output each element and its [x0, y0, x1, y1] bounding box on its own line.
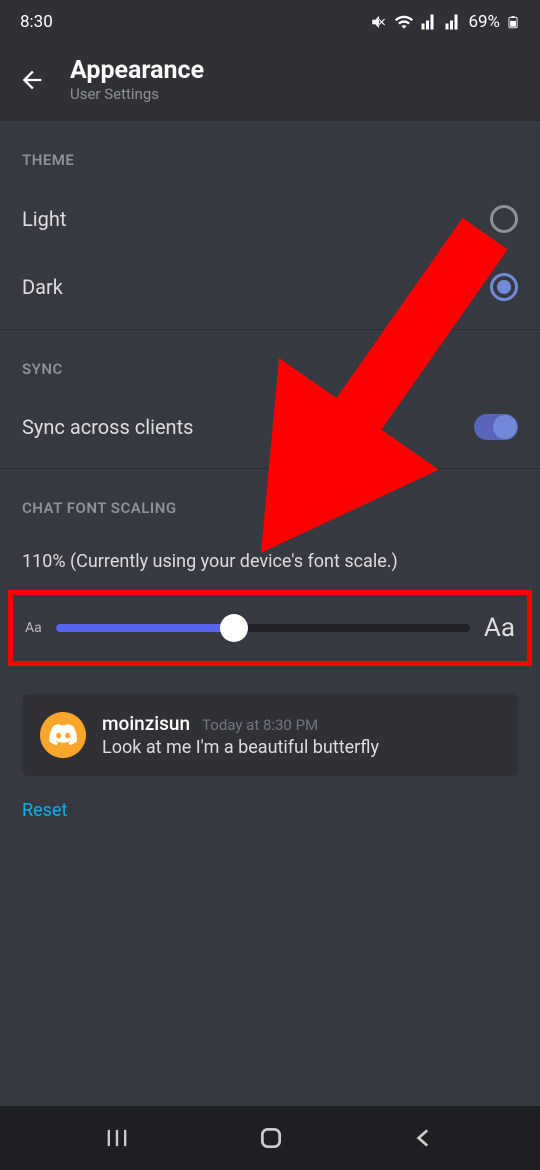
back-button[interactable] — [411, 1125, 437, 1151]
status-bar: 8:30 69% — [0, 0, 540, 44]
signal-icon-2 — [444, 13, 462, 31]
message-preview: moinzisun Today at 8:30 PM Look at me I'… — [22, 694, 518, 776]
preview-timestamp: Today at 8:30 PM — [202, 716, 318, 734]
radio-light[interactable] — [490, 205, 518, 233]
theme-light-label: Light — [22, 207, 66, 231]
page-title: Appearance — [70, 56, 204, 85]
font-scaling-header: CHAT FONT SCALING — [0, 469, 540, 533]
preview-message: Look at me I'm a beautiful butterfly — [102, 737, 379, 758]
slider-fill — [56, 624, 234, 632]
sync-label: Sync across clients — [22, 415, 193, 439]
sync-toggle[interactable] — [474, 414, 518, 440]
sync-option[interactable]: Sync across clients — [0, 394, 540, 460]
theme-option-light[interactable]: Light — [0, 185, 540, 253]
theme-section-header: THEME — [0, 121, 540, 185]
scale-percentage-text: 110% (Currently using your device's font… — [0, 533, 540, 584]
avatar — [40, 712, 86, 758]
reset-button[interactable]: Reset — [0, 776, 540, 845]
back-arrow-icon[interactable] — [18, 66, 46, 94]
font-scale-slider[interactable] — [56, 624, 470, 632]
page-header: Appearance User Settings — [0, 44, 540, 121]
home-button[interactable] — [258, 1125, 284, 1151]
recents-button[interactable] — [103, 1124, 131, 1152]
sync-section-header: SYNC — [0, 330, 540, 394]
preview-username: moinzisun — [102, 712, 190, 735]
radio-dark[interactable] — [490, 273, 518, 301]
battery-icon — [506, 12, 520, 32]
android-nav-bar — [0, 1106, 540, 1170]
wifi-icon — [394, 12, 414, 32]
radio-dark-inner — [497, 280, 511, 294]
status-indicators: 69% — [370, 12, 520, 32]
page-subtitle: User Settings — [70, 85, 204, 103]
mute-icon — [370, 13, 388, 31]
toggle-thumb — [493, 415, 517, 439]
discord-icon — [49, 724, 77, 746]
status-time: 8:30 — [20, 12, 53, 32]
font-scale-slider-container: Aa Aa — [8, 590, 532, 666]
signal-icon — [420, 13, 438, 31]
battery-percent: 69% — [468, 12, 500, 32]
slider-thumb[interactable] — [220, 614, 248, 642]
theme-option-dark[interactable]: Dark — [0, 253, 540, 321]
theme-dark-label: Dark — [22, 275, 63, 299]
aa-small-label: Aa — [25, 620, 42, 636]
aa-large-label: Aa — [484, 613, 515, 643]
